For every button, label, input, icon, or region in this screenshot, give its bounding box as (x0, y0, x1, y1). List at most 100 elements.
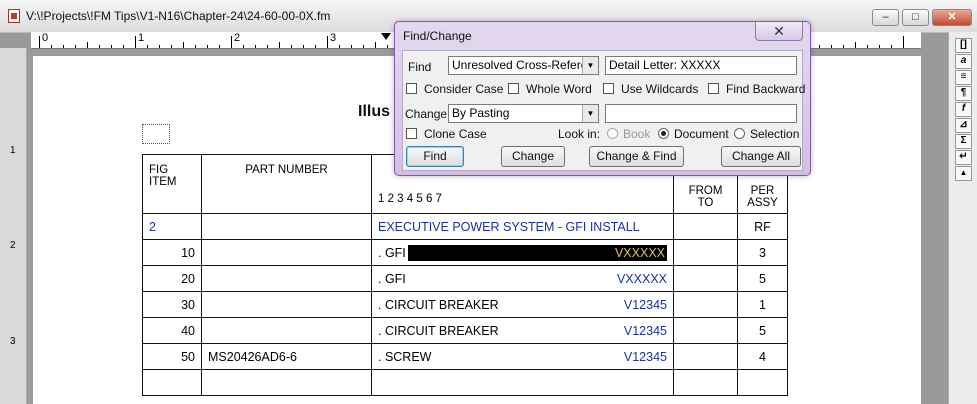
whole-word-label[interactable]: Whole Word (526, 82, 592, 96)
consider-case-checkbox[interactable] (406, 83, 417, 94)
ruler-label: 3 (330, 32, 337, 44)
cell-from[interactable] (673, 291, 738, 318)
change-text-input[interactable] (605, 104, 797, 123)
cell-desc[interactable]: EXECUTIVE POWER SYSTEM - GFI INSTALL (371, 213, 674, 240)
dialog-title: Find/Change (403, 29, 472, 43)
framemaker-document-icon (8, 9, 20, 23)
page-title: Illus (358, 103, 391, 120)
minimize-button[interactable]: – (872, 9, 899, 26)
cell-part[interactable] (201, 213, 372, 240)
change-all-button[interactable]: Change All (721, 146, 801, 167)
cell-fig[interactable] (142, 369, 202, 396)
cell-per[interactable]: 5 (737, 265, 788, 292)
cell-from[interactable] (673, 265, 738, 292)
anchored-frame[interactable] (142, 124, 170, 144)
look-in-selection-label[interactable]: Selection (750, 127, 799, 141)
cell-part[interactable] (201, 317, 372, 344)
change-button[interactable]: Change (501, 146, 565, 167)
change-and-find-button[interactable]: Change & Find (589, 146, 684, 167)
cell-desc[interactable]: . CIRCUIT BREAKER V12345 (371, 291, 674, 318)
use-wildcards-label[interactable]: Use Wildcards (621, 82, 698, 96)
cell-fig[interactable]: 30 (142, 291, 202, 318)
sigma-icon[interactable]: Σ (955, 134, 972, 149)
table-row[interactable]: 20 . GFI VXXXXX 5 (142, 265, 788, 292)
find-backward-checkbox[interactable] (708, 83, 719, 94)
look-in-selection-radio[interactable] (734, 128, 745, 139)
look-in-book-label[interactable]: Book (623, 127, 650, 141)
ruler-tick (267, 45, 268, 48)
find-text-input[interactable]: Detail Letter: XXXXX (605, 56, 797, 75)
pilcrow-icon[interactable]: ¶ (955, 86, 972, 101)
restore-button[interactable]: □ (902, 9, 929, 26)
parts-table[interactable]: FIG ITEM PART NUMBER 1 2 3 4 5 6 7 FROM … (142, 154, 788, 396)
look-in-document-radio[interactable] (658, 128, 669, 139)
paragraph-format-icon[interactable]: ≡ (955, 70, 972, 85)
ruler-label: 2 (234, 32, 241, 44)
dialog-body: Find Unresolved Cross-Reference ▼ Detail… (402, 50, 805, 171)
cell-fig[interactable]: 10 (142, 239, 202, 266)
table-row[interactable]: 50 MS20426AD6-6 . SCREW V12345 4 (142, 343, 788, 370)
change-type-select[interactable]: By Pasting ▼ (448, 104, 599, 123)
clone-case-label[interactable]: Clone Case (424, 127, 487, 141)
table-row[interactable]: 10 . GFI VXXXXX 3 (142, 239, 788, 266)
cell-part[interactable] (201, 369, 372, 396)
cell-part[interactable] (201, 265, 372, 292)
table-row[interactable]: 2 EXECUTIVE POWER SYSTEM - GFI INSTALL R… (142, 213, 788, 240)
find-change-dialog[interactable]: Find/Change ✕ Find Unresolved Cross-Refe… (394, 21, 811, 176)
cell-from[interactable] (673, 213, 738, 240)
find-label: Find (408, 60, 432, 74)
cell-part[interactable] (201, 239, 372, 266)
function-icon[interactable]: f (955, 102, 972, 117)
cell-fig[interactable]: 50 (142, 343, 202, 370)
cell-from[interactable] (673, 317, 738, 344)
dialog-close-button[interactable]: ✕ (755, 22, 803, 41)
cell-from[interactable] (673, 239, 738, 266)
cell-from[interactable] (673, 343, 738, 370)
consider-case-label[interactable]: Consider Case (424, 82, 503, 96)
cell-fig[interactable]: 2 (142, 213, 202, 240)
cell-per[interactable]: 5 (737, 317, 788, 344)
cell-per[interactable]: 4 (737, 343, 788, 370)
cross-reference-code[interactable]: V12345 (624, 324, 667, 338)
ruler-tick (87, 42, 88, 48)
cell-desc[interactable] (371, 369, 674, 396)
indent-marker-icon[interactable] (381, 33, 391, 40)
cell-per[interactable]: 1 (737, 291, 788, 318)
cell-desc[interactable]: . CIRCUIT BREAKER V12345 (371, 317, 674, 344)
return-icon[interactable]: ↵ (955, 150, 972, 165)
cell-fig[interactable]: 20 (142, 265, 202, 292)
cell-part[interactable] (201, 291, 372, 318)
look-in-document-label[interactable]: Document (674, 127, 729, 141)
cell-per[interactable]: 3 (737, 239, 788, 266)
cross-reference-code[interactable]: V12345 (624, 298, 667, 312)
text-frame-icon[interactable]: [] (955, 38, 972, 53)
cell-part[interactable]: MS20426AD6-6 (201, 343, 372, 370)
use-wildcards-checkbox[interactable] (603, 83, 614, 94)
cell-desc[interactable]: . SCREW V12345 (371, 343, 674, 370)
window-close-button[interactable]: ✕ (932, 9, 972, 26)
cell-fig[interactable]: 40 (142, 317, 202, 344)
find-type-select[interactable]: Unresolved Cross-Reference ▼ (448, 56, 599, 75)
cell-per[interactable]: RF (737, 213, 788, 240)
whole-word-checkbox[interactable] (508, 83, 519, 94)
ruler-tick (891, 45, 892, 48)
table-row[interactable]: 30 . CIRCUIT BREAKER V12345 1 (142, 291, 788, 318)
cell-desc[interactable]: . GFI VXXXXX (371, 239, 674, 266)
scroll-up-icon[interactable]: ▲ (955, 166, 972, 181)
find-backward-label[interactable]: Find Backward (726, 82, 805, 96)
look-in-label: Look in: (558, 127, 601, 141)
look-in-book-radio[interactable] (607, 128, 618, 139)
table-row[interactable]: 40 . CIRCUIT BREAKER V12345 5 (142, 317, 788, 344)
cell-per[interactable] (737, 369, 788, 396)
ruler-tick (855, 42, 856, 48)
find-button[interactable]: Find (406, 146, 464, 167)
triangle-icon[interactable]: ⊿ (955, 118, 972, 133)
cell-desc[interactable]: . GFI VXXXXX (371, 265, 674, 292)
cell-from[interactable] (673, 369, 738, 396)
cross-reference-code[interactable]: VXXXXX (617, 272, 667, 286)
table-row[interactable] (142, 369, 788, 396)
character-format-icon[interactable]: a (955, 54, 972, 69)
clone-case-checkbox[interactable] (406, 128, 417, 139)
cross-reference-code[interactable]: V12345 (624, 350, 667, 364)
highlighted-cross-reference[interactable]: VXXXXX (407, 244, 667, 261)
